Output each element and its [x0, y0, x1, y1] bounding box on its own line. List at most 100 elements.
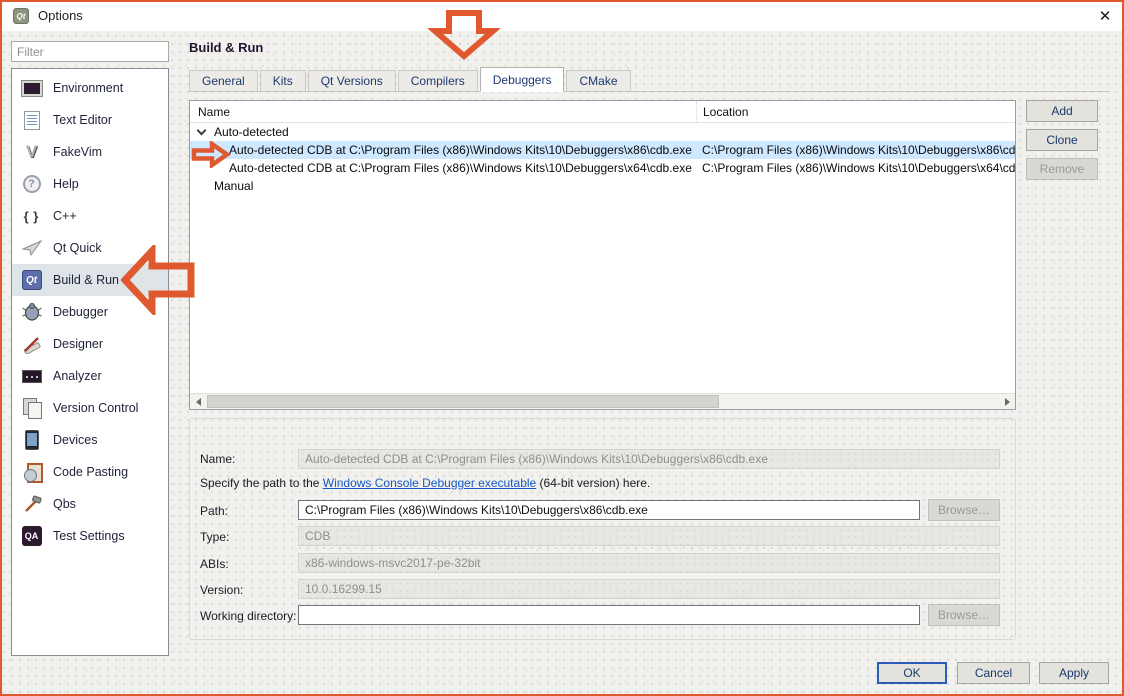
cpp-icon: { }	[19, 204, 44, 229]
tab-kits[interactable]: Kits	[260, 70, 306, 91]
sidebar-item-label: Environment	[53, 81, 123, 95]
row-label: Manual	[214, 179, 253, 193]
table-row-cdb-x64[interactable]: Auto-detected CDB at C:\Program Files (x…	[190, 159, 1015, 177]
table-header: Name Location	[190, 101, 1015, 123]
workdir-browse-button: Browse…	[928, 604, 1000, 626]
category-list: Environment Text Editor V FakeVim ? Help…	[11, 68, 169, 656]
devices-icon	[19, 428, 44, 453]
sidebar-item-environment[interactable]: Environment	[12, 72, 168, 104]
debugger-bug-icon	[19, 300, 44, 325]
path-browse-button: Browse…	[928, 499, 1000, 521]
help-icon: ?	[19, 172, 44, 197]
name-label: Name:	[200, 452, 235, 466]
tab-general[interactable]: General	[189, 70, 258, 91]
test-settings-qa-icon: QA	[19, 524, 44, 549]
sidebar-item-label: Analyzer	[53, 369, 102, 383]
row-location: C:\Program Files (x86)\Windows Kits\10\D…	[696, 159, 1015, 177]
column-header-name[interactable]: Name	[190, 105, 696, 119]
options-dialog: Qt Options ✕ Environment Text Editor V F…	[0, 0, 1124, 696]
sidebar-item-label: Designer	[53, 337, 103, 351]
sidebar-item-label: C++	[53, 209, 77, 223]
title-bar: Qt Options ✕	[0, 0, 1124, 31]
sidebar-item-label: Debugger	[53, 305, 108, 319]
cancel-button[interactable]: Cancel	[957, 662, 1030, 684]
sidebar-item-help[interactable]: ? Help	[12, 168, 168, 200]
sidebar-item-cpp[interactable]: { } C++	[12, 200, 168, 232]
scrollbar-thumb[interactable]	[207, 395, 719, 408]
sidebar-item-designer[interactable]: Designer	[12, 328, 168, 360]
sidebar-item-test-settings[interactable]: QA Test Settings	[12, 520, 168, 552]
sidebar-item-version-control[interactable]: Version Control	[12, 392, 168, 424]
debuggers-table: Name Location Auto-detected Auto-detecte…	[189, 100, 1016, 410]
row-label: Auto-detected CDB at C:\Program Files (x…	[229, 161, 692, 175]
path-hint-text: Specify the path to the Windows Console …	[200, 476, 650, 490]
filter-input[interactable]	[11, 41, 169, 62]
scroll-right-icon[interactable]	[999, 394, 1015, 409]
remove-button: Remove	[1026, 158, 1098, 180]
working-directory-field[interactable]	[298, 605, 920, 625]
working-directory-label: Working directory:	[200, 609, 296, 623]
name-field: Auto-detected CDB at C:\Program Files (x…	[298, 449, 1000, 469]
tab-debuggers[interactable]: Debuggers	[480, 67, 565, 92]
expander-chevron-icon[interactable]	[197, 126, 207, 136]
hint-prefix: Specify the path to the	[200, 476, 323, 490]
row-location	[696, 177, 1015, 195]
hint-suffix: (64-bit version) here.	[536, 476, 650, 490]
close-icon[interactable]: ✕	[1094, 5, 1116, 27]
sidebar-item-text-editor[interactable]: Text Editor	[12, 104, 168, 136]
build-run-icon: Qt	[19, 268, 44, 293]
type-label: Type:	[200, 530, 229, 544]
sidebar-item-label: Help	[53, 177, 79, 191]
abis-field: x86-windows-msvc2017-pe-32bit	[298, 553, 1000, 573]
sidebar-item-code-pasting[interactable]: Code Pasting	[12, 456, 168, 488]
environment-icon	[19, 76, 44, 101]
add-button[interactable]: Add	[1026, 100, 1098, 122]
tab-qt-versions[interactable]: Qt Versions	[308, 70, 396, 91]
table-row-manual-group[interactable]: Manual	[190, 177, 1015, 195]
sidebar-item-label: Code Pasting	[53, 465, 128, 479]
table-row-autodetected-group[interactable]: Auto-detected	[190, 123, 1015, 141]
path-label: Path:	[200, 504, 228, 518]
table-row-cdb-x86[interactable]: Auto-detected CDB at C:\Program Files (x…	[190, 141, 1015, 159]
sidebar-item-label: Version Control	[53, 401, 138, 415]
annotation-arrow-right-selected-row	[191, 141, 231, 168]
column-header-location[interactable]: Location	[696, 101, 1015, 122]
tab-compilers[interactable]: Compilers	[398, 70, 478, 91]
type-field: CDB	[298, 526, 1000, 546]
sidebar-item-label: Qbs	[53, 497, 76, 511]
horizontal-scrollbar[interactable]	[190, 393, 1015, 409]
ok-button[interactable]: OK	[877, 662, 947, 684]
version-control-icon	[19, 396, 44, 421]
analyzer-icon	[19, 364, 44, 389]
row-label: Auto-detected CDB at C:\Program Files (x…	[229, 143, 692, 157]
sidebar-item-label: Devices	[53, 433, 97, 447]
text-editor-icon	[19, 108, 44, 133]
sidebar-item-label: Text Editor	[53, 113, 112, 127]
sidebar-item-analyzer[interactable]: Analyzer	[12, 360, 168, 392]
sidebar-item-label: Qt Quick	[53, 241, 102, 255]
scroll-left-icon[interactable]	[190, 394, 206, 409]
designer-pen-icon	[19, 332, 44, 357]
qt-quick-icon	[19, 236, 44, 261]
qbs-hammer-icon	[19, 492, 44, 517]
version-label: Version:	[200, 583, 243, 597]
tab-bar: General Kits Qt Versions Compilers Debug…	[189, 68, 1110, 92]
row-label: Auto-detected	[214, 125, 289, 139]
sidebar-item-label: Build & Run	[53, 273, 119, 287]
row-location	[696, 123, 1015, 141]
code-pasting-icon	[19, 460, 44, 485]
abis-label: ABIs:	[200, 557, 229, 571]
apply-button[interactable]: Apply	[1039, 662, 1109, 684]
sidebar-item-qbs[interactable]: Qbs	[12, 488, 168, 520]
row-location: C:\Program Files (x86)\Windows Kits\10\D…	[696, 141, 1015, 159]
debugger-executable-link[interactable]: Windows Console Debugger executable	[323, 476, 536, 490]
sidebar-item-label: Test Settings	[53, 529, 125, 543]
path-field[interactable]: C:\Program Files (x86)\Windows Kits\10\D…	[298, 500, 920, 520]
sidebar-item-fakevim[interactable]: V FakeVim	[12, 136, 168, 168]
clone-button[interactable]: Clone	[1026, 129, 1098, 151]
annotation-arrow-left-build-and-run	[121, 245, 196, 315]
tab-cmake[interactable]: CMake	[566, 70, 630, 91]
fakevim-icon: V	[19, 140, 44, 165]
annotation-arrow-down-debuggers-tab	[428, 10, 500, 60]
sidebar-item-devices[interactable]: Devices	[12, 424, 168, 456]
